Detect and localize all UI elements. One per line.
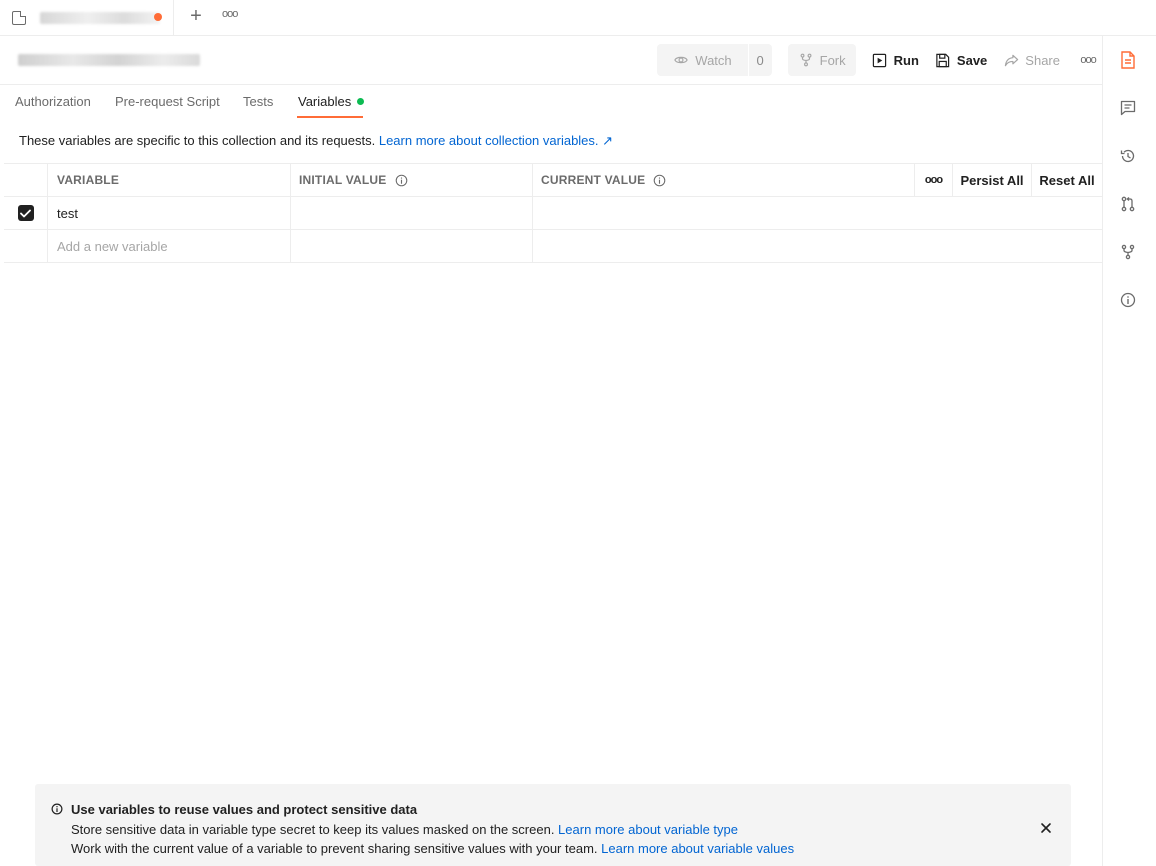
collection-icon [12, 11, 26, 25]
new-initial-value-cell[interactable] [291, 230, 533, 262]
row-check-cell [4, 197, 48, 229]
variable-type-link[interactable]: Learn more about variable type [558, 822, 738, 837]
reset-all-label: Reset All [1039, 172, 1095, 188]
variable-values-link[interactable]: Learn more about variable values [601, 841, 794, 856]
info-icon[interactable] [653, 174, 666, 187]
collection-name-redacted [18, 54, 200, 66]
active-tab-indicator [297, 116, 363, 118]
new-row-check-cell [4, 230, 48, 262]
persist-all-label: Persist All [960, 172, 1024, 188]
tab-strip: + ooo [0, 0, 1156, 36]
header-variable: VARIABLE [48, 164, 291, 196]
save-icon [935, 52, 951, 68]
pull-request-icon[interactable] [1119, 195, 1137, 213]
info-icon [51, 803, 63, 818]
banner-line-1: Store sensitive data in variable type se… [71, 822, 738, 837]
collection-tab[interactable] [0, 0, 174, 36]
tab-authorization[interactable]: Authorization [15, 94, 91, 109]
fork-label: Fork [819, 52, 846, 68]
share-button[interactable]: Share [995, 44, 1068, 76]
variable-name-cell[interactable]: test [48, 197, 291, 229]
header-initial-label: INITIAL VALUE [299, 173, 387, 187]
history-icon[interactable] [1119, 147, 1137, 165]
reset-all-button[interactable]: Reset All [1032, 164, 1102, 196]
initial-value-cell[interactable] [291, 197, 533, 229]
table-header: VARIABLE INITIAL VALUE CURRENT VALUE ooo… [4, 164, 1102, 197]
description-text: These variables are specific to this col… [19, 133, 379, 148]
table-more-label: ooo [924, 174, 943, 186]
new-variable-row: Add a new variable [4, 230, 1102, 263]
watch-label: Watch [695, 52, 732, 68]
right-sidebar [1102, 36, 1156, 866]
new-current-value-cell[interactable] [533, 230, 1102, 262]
comments-icon[interactable] [1119, 99, 1137, 117]
save-label: Save [956, 52, 988, 68]
info-icon[interactable] [1119, 291, 1137, 309]
info-icon[interactable] [395, 174, 408, 187]
fork-icon[interactable] [1119, 243, 1137, 261]
table-row: test [4, 197, 1102, 230]
header-current-value: CURRENT VALUE [533, 164, 915, 196]
share-icon [1003, 52, 1019, 68]
save-button[interactable]: Save [927, 44, 995, 76]
watch-button[interactable]: Watch [657, 44, 748, 76]
tab-pre-request-script[interactable]: Pre-request Script [115, 94, 220, 109]
tab-tests[interactable]: Tests [243, 94, 273, 109]
checkmark-icon [20, 209, 31, 217]
collection-toolbar: Watch 0 Fork Run Save Share ooo [657, 44, 1102, 76]
run-label: Run [893, 52, 919, 68]
documentation-icon[interactable] [1119, 51, 1137, 69]
header-check-cell [4, 164, 48, 196]
new-tab-button[interactable]: + [186, 6, 206, 26]
more-actions-icon[interactable]: ooo [1074, 44, 1102, 76]
persist-all-button[interactable]: Persist All [953, 164, 1032, 196]
tab-variables[interactable]: Variables [298, 94, 365, 109]
variable-enabled-checkbox[interactable] [17, 205, 34, 221]
close-icon[interactable] [1040, 822, 1052, 834]
fork-button[interactable]: Fork [787, 44, 856, 76]
banner-line-2: Work with the current value of a variabl… [71, 841, 794, 856]
status-dot [357, 98, 365, 106]
learn-more-collection-variables-link[interactable]: Learn more about collection variables. ↗ [379, 133, 613, 148]
header-current-label: CURRENT VALUE [541, 173, 646, 187]
tab-title-redacted [40, 12, 160, 24]
variable-name: test [57, 205, 78, 221]
fork-icon [798, 52, 814, 68]
watch-group: Watch 0 [657, 44, 772, 76]
new-variable-cell[interactable]: Add a new variable [48, 230, 291, 262]
variables-table: VARIABLE INITIAL VALUE CURRENT VALUE ooo… [4, 163, 1102, 263]
play-icon [872, 52, 888, 68]
banner-title: Use variables to reuse values and protec… [71, 802, 418, 817]
tab-more-icon[interactable]: ooo [222, 8, 240, 24]
collection-subtabs: Authorization Pre-request Script Tests V… [0, 84, 1102, 118]
tab-variables-label: Variables [298, 94, 352, 109]
table-more-icon[interactable]: ooo [915, 164, 953, 196]
banner-line-1-text: Store sensitive data in variable type se… [71, 822, 559, 837]
watch-count[interactable]: 0 [747, 44, 772, 76]
eye-icon [673, 52, 689, 68]
banner-line-2-text: Work with the current value of a variabl… [71, 841, 602, 856]
new-variable-placeholder: Add a new variable [57, 238, 168, 254]
variables-info-banner: Use variables to reuse values and protec… [35, 784, 1071, 866]
share-label: Share [1025, 52, 1060, 68]
header-initial-value: INITIAL VALUE [291, 164, 533, 196]
run-button[interactable]: Run [864, 44, 927, 76]
current-value-cell[interactable] [533, 197, 1102, 229]
variables-description: These variables are specific to this col… [19, 133, 613, 149]
header-variable-label: VARIABLE [57, 173, 120, 187]
unsaved-dot [154, 13, 162, 21]
